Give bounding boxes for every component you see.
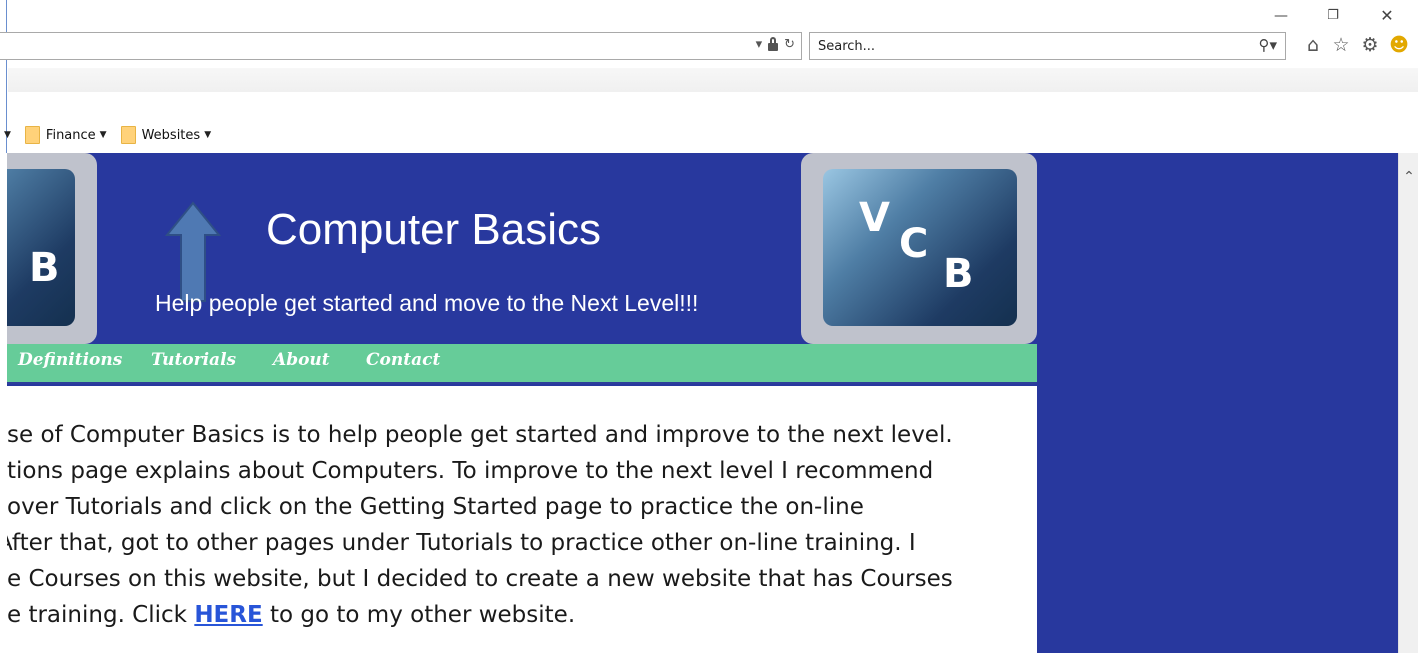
search-input[interactable] — [818, 37, 1218, 55]
nav-definitions[interactable]: Definitions — [18, 350, 122, 370]
minimize-icon[interactable]: — — [1270, 6, 1292, 26]
up-arrow-icon — [165, 201, 221, 302]
paragraph-line: se of Computer Basics is to help people … — [7, 422, 953, 448]
logo-tile: B — [7, 169, 75, 326]
logo-letter: V — [859, 195, 890, 241]
refresh-icon[interactable]: ↻ — [784, 37, 795, 52]
browser-chrome: — ❐ ✕ ▾ ↻ ⚲▾ ⌂ ☆ ⚙ ☻ ▼ Finance ▼ Website… — [0, 0, 1418, 153]
vertical-scrollbar[interactable]: ⌃ — [1398, 153, 1418, 653]
favorites-folder-finance[interactable]: Finance ▼ — [24, 126, 107, 144]
folder-icon — [120, 126, 136, 144]
logo-letter: C — [899, 221, 929, 267]
paragraph-line: e Courses on this website, but I decided… — [7, 566, 953, 592]
website: B Computer Basics Help people get starte… — [7, 153, 1037, 653]
smiley-icon[interactable]: ☻ — [1388, 34, 1410, 56]
dropdown-icon[interactable]: ▾ — [756, 37, 763, 52]
chevron-down-icon: ▼ — [204, 130, 212, 140]
site-header: B Computer Basics Help people get starte… — [7, 153, 1037, 344]
folder-icon — [24, 126, 40, 144]
close-icon[interactable]: ✕ — [1376, 6, 1398, 26]
paragraph-text: e training. Click — [7, 602, 195, 628]
nav-tutorials[interactable]: Tutorials — [151, 350, 236, 370]
search-box[interactable]: ⚲▾ — [809, 32, 1286, 60]
gear-icon[interactable]: ⚙ — [1359, 34, 1381, 56]
chevron-down-icon[interactable]: ▼ — [4, 130, 11, 140]
paragraph-line: over Tutorials and click on the Getting … — [7, 494, 864, 520]
chevron-down-icon: ▼ — [99, 130, 107, 140]
main-content: se of Computer Basics is to help people … — [7, 386, 1037, 653]
logo-letter: B — [29, 245, 60, 291]
favorites-folder-label: Websites — [141, 127, 201, 143]
nav-contact[interactable]: Contact — [366, 350, 440, 370]
page-viewport: B Computer Basics Help people get starte… — [7, 153, 1398, 653]
site-tagline: Help people get started and move to the … — [155, 290, 699, 316]
address-tools: ▾ ↻ — [756, 36, 795, 52]
star-icon[interactable]: ☆ — [1330, 34, 1352, 56]
nav-about[interactable]: About — [273, 350, 330, 370]
favorites-bar: ▼ Finance ▼ Websites ▼ — [0, 118, 211, 152]
logo-letter: B — [943, 251, 974, 297]
here-link[interactable]: HERE — [194, 602, 262, 628]
restore-icon[interactable]: ❐ — [1322, 6, 1344, 26]
paragraph-text: to go to my other website. — [262, 602, 576, 628]
home-icon[interactable]: ⌂ — [1302, 34, 1324, 56]
search-icon[interactable]: ⚲▾ — [1258, 36, 1277, 54]
lock-icon[interactable] — [768, 36, 779, 51]
site-nav: Definitions Tutorials About Contact — [7, 344, 1037, 384]
paragraph-line: e training. Click HERE to go to my other… — [7, 602, 575, 628]
command-strip — [8, 68, 1418, 92]
address-bar[interactable]: ▾ ↻ — [0, 32, 802, 60]
logo-left: B — [7, 153, 97, 344]
site-title: Computer Basics — [266, 205, 602, 254]
paragraph-line: tions page explains about Computers. To … — [7, 458, 934, 484]
paragraph-line: After that, got to other pages under Tut… — [7, 530, 916, 556]
favorites-folder-label: Finance — [45, 127, 96, 143]
scroll-up-icon[interactable]: ⌃ — [1401, 169, 1417, 185]
favorites-folder-websites[interactable]: Websites ▼ — [120, 126, 212, 144]
logo-tile: V C B — [823, 169, 1017, 326]
logo-right: V C B — [801, 153, 1037, 344]
